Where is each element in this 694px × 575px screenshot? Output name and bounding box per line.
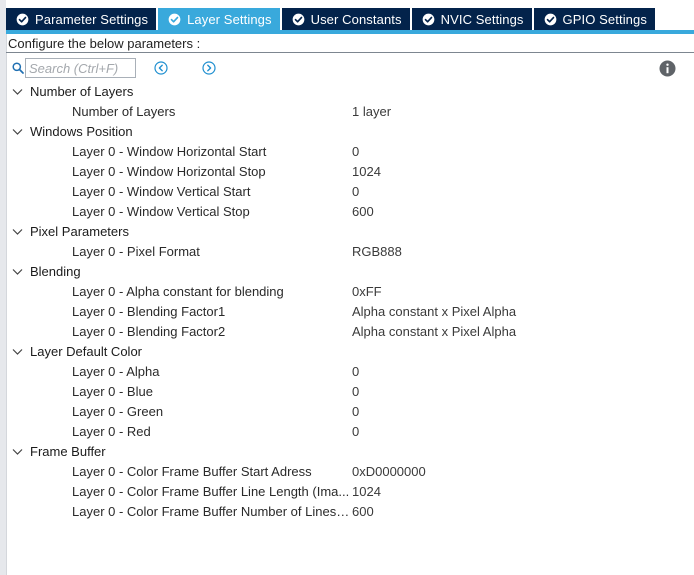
parameter-label: Layer 0 - Blue xyxy=(72,384,153,399)
parameter-row[interactable]: Layer 0 - Color Frame Buffer Number of L… xyxy=(6,502,694,522)
parameter-row[interactable]: Layer 0 - Red 0 xyxy=(6,422,694,442)
parameter-row[interactable]: Number of Layers 1 layer xyxy=(6,102,694,122)
divider xyxy=(6,52,694,53)
tab-list: Parameter Settings Layer Settings User C… xyxy=(6,8,655,30)
parameter-label: Layer 0 - Color Frame Buffer Number of L… xyxy=(72,504,350,519)
parameter-row[interactable]: Layer 0 - Window Vertical Stop 600 xyxy=(6,202,694,222)
parameter-row[interactable]: Layer 0 - Color Frame Buffer Start Adres… xyxy=(6,462,694,482)
parameter-value[interactable]: Alpha constant x Pixel Alpha xyxy=(352,302,516,322)
parameter-value[interactable]: 0 xyxy=(352,362,359,382)
parameter-row[interactable]: Layer 0 - Window Horizontal Start 0 xyxy=(6,142,694,162)
parameter-value[interactable]: 0xD0000000 xyxy=(352,462,426,482)
group-header[interactable]: Number of Layers xyxy=(6,82,694,102)
parameter-label: Layer 0 - Color Frame Buffer Line Length… xyxy=(72,484,350,499)
parameter-row[interactable]: Layer 0 - Alpha 0 xyxy=(6,362,694,382)
search-icon xyxy=(12,62,24,74)
parameter-label: Layer 0 - Window Vertical Start xyxy=(72,184,251,199)
tab-underline xyxy=(6,30,694,34)
parameter-label: Layer 0 - Window Horizontal Stop xyxy=(72,164,266,179)
parameter-value[interactable]: 0 xyxy=(352,382,359,402)
group-label: Layer Default Color xyxy=(30,344,142,359)
parameter-value[interactable]: 1024 xyxy=(352,162,381,182)
tab-label: NVIC Settings xyxy=(440,11,524,27)
parameter-value[interactable]: 600 xyxy=(352,502,374,522)
chevron-down-icon[interactable] xyxy=(12,268,23,276)
parameter-label: Layer 0 - Window Vertical Stop xyxy=(72,204,250,219)
parameter-label: Layer 0 - Alpha constant for blending xyxy=(72,284,284,299)
group-label: Pixel Parameters xyxy=(30,224,129,239)
parameter-label: Layer 0 - Window Horizontal Start xyxy=(72,144,267,159)
parameter-row[interactable]: Layer 0 - Window Horizontal Stop 1024 xyxy=(6,162,694,182)
previous-icon[interactable] xyxy=(154,61,168,75)
tab-layer-settings[interactable]: Layer Settings xyxy=(158,8,280,30)
group-label: Windows Position xyxy=(30,124,133,139)
parameter-value[interactable]: 1 layer xyxy=(352,102,391,122)
parameter-value[interactable]: Alpha constant x Pixel Alpha xyxy=(352,322,516,342)
chevron-down-icon[interactable] xyxy=(12,128,23,136)
tab-label: Parameter Settings xyxy=(35,11,149,27)
group-header[interactable]: Frame Buffer xyxy=(6,442,694,462)
group-header[interactable]: Pixel Parameters xyxy=(6,222,694,242)
parameter-label: Layer 0 - Blending Factor2 xyxy=(72,324,226,339)
parameter-row[interactable]: Layer 0 - Pixel Format RGB888 xyxy=(6,242,694,262)
tab-label: GPIO Settings xyxy=(562,11,647,27)
parameter-label: Layer 0 - Blending Factor1 xyxy=(72,304,226,319)
parameter-row[interactable]: Layer 0 - Color Frame Buffer Line Length… xyxy=(6,482,694,502)
tab-parameter-settings[interactable]: Parameter Settings xyxy=(6,8,157,30)
parameter-tree: Number of Layers Number of Layers 1 laye… xyxy=(6,82,694,522)
search-input[interactable] xyxy=(25,58,136,78)
chevron-down-icon[interactable] xyxy=(12,348,23,356)
parameter-label: Layer 0 - Red xyxy=(72,424,151,439)
tab-nvic-settings[interactable]: NVIC Settings xyxy=(411,8,532,30)
parameter-row[interactable]: Layer 0 - Blue 0 xyxy=(6,382,694,402)
parameter-value[interactable]: 1024 xyxy=(352,482,381,502)
parameter-label: Number of Layers xyxy=(72,104,176,119)
parameter-value[interactable]: RGB888 xyxy=(352,242,402,262)
parameter-label: Layer 0 - Pixel Format xyxy=(72,244,200,259)
check-circle-icon xyxy=(422,13,434,25)
config-heading: Configure the below parameters : xyxy=(8,36,201,51)
parameter-value[interactable]: 0 xyxy=(352,142,359,162)
group-label: Blending xyxy=(30,264,81,279)
parameter-value[interactable]: 600 xyxy=(352,202,374,222)
configuration-panel: Parameter Settings Layer Settings User C… xyxy=(0,0,694,575)
group-label: Frame Buffer xyxy=(30,444,106,459)
check-circle-icon xyxy=(168,13,181,25)
parameter-value[interactable]: 0 xyxy=(352,402,359,422)
parameter-row[interactable]: Layer 0 - Green 0 xyxy=(6,402,694,422)
tab-bar: Parameter Settings Layer Settings User C… xyxy=(6,0,694,31)
parameter-value[interactable]: 0 xyxy=(352,182,359,202)
group-label: Number of Layers xyxy=(30,84,134,99)
parameter-label: Layer 0 - Color Frame Buffer Start Adres… xyxy=(72,464,312,479)
group-header[interactable]: Layer Default Color xyxy=(6,342,694,362)
group-header[interactable]: Blending xyxy=(6,262,694,282)
parameter-value[interactable]: 0 xyxy=(352,422,359,442)
parameter-row[interactable]: Layer 0 - Blending Factor1 Alpha constan… xyxy=(6,302,694,322)
check-circle-icon xyxy=(16,13,29,25)
check-circle-icon xyxy=(292,13,304,25)
info-icon[interactable] xyxy=(659,60,676,77)
parameter-label: Layer 0 - Green xyxy=(72,404,164,419)
tab-user-constants[interactable]: User Constants xyxy=(281,8,410,30)
chevron-down-icon[interactable] xyxy=(12,88,23,96)
chevron-down-icon[interactable] xyxy=(12,228,23,236)
parameter-label: Layer 0 - Alpha xyxy=(72,364,160,379)
parameter-row[interactable]: Layer 0 - Alpha constant for blending 0x… xyxy=(6,282,694,302)
parameter-row[interactable]: Layer 0 - Window Vertical Start 0 xyxy=(6,182,694,202)
chevron-down-icon[interactable] xyxy=(12,448,23,456)
tab-label: User Constants xyxy=(310,11,402,27)
parameter-value[interactable]: 0xFF xyxy=(352,282,382,302)
group-header[interactable]: Windows Position xyxy=(6,122,694,142)
tab-label: Layer Settings xyxy=(187,11,272,27)
parameter-row[interactable]: Layer 0 - Blending Factor2 Alpha constan… xyxy=(6,322,694,342)
check-circle-icon xyxy=(544,13,556,25)
tab-gpio-settings[interactable]: GPIO Settings xyxy=(533,8,655,30)
next-icon[interactable] xyxy=(202,61,216,75)
